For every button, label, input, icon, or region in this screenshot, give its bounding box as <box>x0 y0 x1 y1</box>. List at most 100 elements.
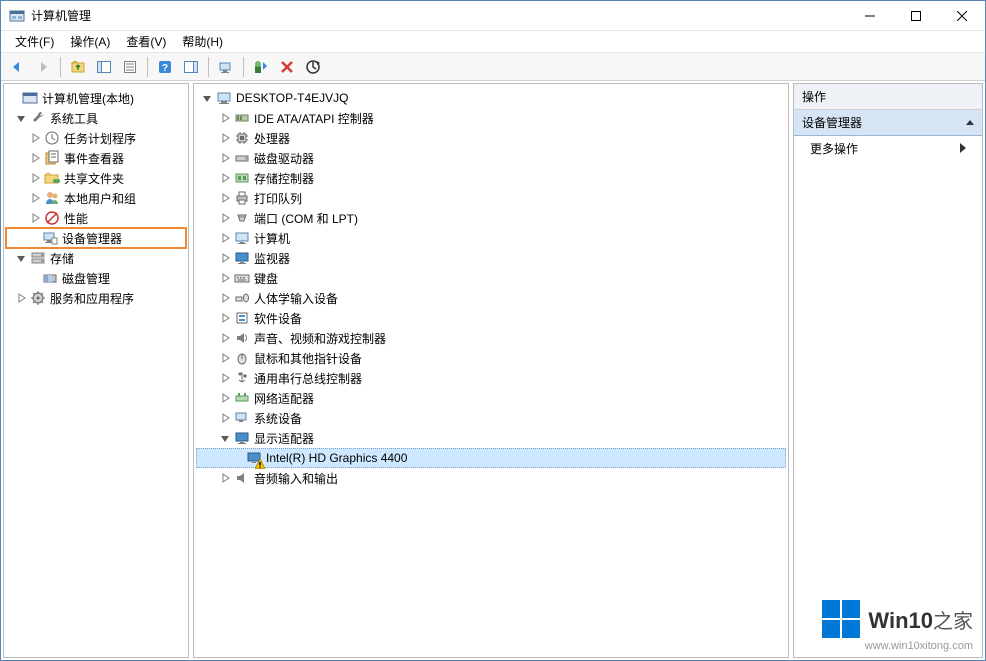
separator-icon <box>60 57 61 77</box>
actions-more[interactable]: 更多操作 <box>794 136 982 161</box>
expand-icon[interactable] <box>14 291 28 305</box>
expand-icon[interactable] <box>218 131 232 145</box>
minimize-button[interactable] <box>847 1 893 31</box>
expand-icon[interactable] <box>28 171 42 185</box>
collapse-triangle-icon <box>966 116 974 130</box>
expand-icon[interactable] <box>218 251 232 265</box>
device-category-keyboards[interactable]: 键盘 <box>196 268 786 288</box>
actions-section-label: 设备管理器 <box>802 114 862 131</box>
collapse-icon[interactable] <box>14 251 28 265</box>
device-category-hid[interactable]: 人体学输入设备 <box>196 288 786 308</box>
device-category-ports[interactable]: 端口 (COM 和 LPT) <box>196 208 786 228</box>
separator-icon <box>147 57 148 77</box>
device-tree[interactable]: DESKTOP-T4EJVJQ IDE ATA/ATAPI 控制器 处理器 磁盘… <box>194 84 788 492</box>
device-category-network[interactable]: 网络适配器 <box>196 388 786 408</box>
app-icon <box>9 8 25 24</box>
help-button[interactable]: ? <box>153 55 177 79</box>
device-label: 音频输入和输出 <box>254 470 338 487</box>
users-icon <box>44 190 60 206</box>
menu-action[interactable]: 操作(A) <box>62 31 118 52</box>
collapse-icon[interactable] <box>200 91 214 105</box>
device-category-computer[interactable]: 计算机 <box>196 228 786 248</box>
menu-file[interactable]: 文件(F) <box>7 31 62 52</box>
device-category-display[interactable]: 显示适配器 <box>196 428 786 448</box>
expand-icon[interactable] <box>218 331 232 345</box>
expand-icon[interactable] <box>218 111 232 125</box>
tree-label: 本地用户和组 <box>64 190 136 207</box>
expand-icon[interactable] <box>28 131 42 145</box>
expand-icon[interactable] <box>218 271 232 285</box>
shared-folder-icon <box>44 170 60 186</box>
window-title: 计算机管理 <box>31 7 91 24</box>
expand-icon[interactable] <box>218 231 232 245</box>
update-driver-button[interactable] <box>301 55 325 79</box>
tree-system-tools[interactable]: 系统工具 <box>6 108 186 128</box>
toolbar: ? <box>1 53 985 81</box>
uninstall-device-button[interactable] <box>275 55 299 79</box>
collapse-icon[interactable] <box>14 111 28 125</box>
expand-icon[interactable] <box>218 151 232 165</box>
device-category-system[interactable]: 系统设备 <box>196 408 786 428</box>
device-category-monitors[interactable]: 监视器 <box>196 248 786 268</box>
device-category-usb[interactable]: 通用串行总线控制器 <box>196 368 786 388</box>
tree-device-manager[interactable]: 设备管理器 <box>6 228 186 248</box>
expand-icon[interactable] <box>218 211 232 225</box>
expand-icon[interactable] <box>218 171 232 185</box>
collapse-icon[interactable] <box>218 431 232 445</box>
printer-icon <box>234 190 250 206</box>
device-category-print-queues[interactable]: 打印队列 <box>196 188 786 208</box>
tree-disk-management[interactable]: 磁盘管理 <box>6 268 186 288</box>
expand-icon[interactable] <box>218 471 232 485</box>
tree-label: 磁盘管理 <box>62 270 110 287</box>
device-label: 鼠标和其他指针设备 <box>254 350 362 367</box>
scan-hardware-button[interactable] <box>214 55 238 79</box>
device-intel-gpu[interactable]: Intel(R) HD Graphics 4400 <box>196 448 786 468</box>
action-pane-button[interactable] <box>179 55 203 79</box>
expand-icon[interactable] <box>28 191 42 205</box>
audio-io-icon <box>234 470 250 486</box>
expand-icon[interactable] <box>218 351 232 365</box>
menu-help[interactable]: 帮助(H) <box>174 31 231 52</box>
close-button[interactable] <box>939 1 985 31</box>
up-button[interactable] <box>66 55 90 79</box>
device-category-sound[interactable]: 声音、视频和游戏控制器 <box>196 328 786 348</box>
tree-services-apps[interactable]: 服务和应用程序 <box>6 288 186 308</box>
menu-view[interactable]: 查看(V) <box>118 31 174 52</box>
expand-icon[interactable] <box>28 211 42 225</box>
expand-icon[interactable] <box>218 291 232 305</box>
tree-storage[interactable]: 存储 <box>6 248 186 268</box>
tree-root-computer-mgmt[interactable]: 计算机管理(本地) <box>6 88 186 108</box>
enable-device-button[interactable] <box>249 55 273 79</box>
device-category-mice[interactable]: 鼠标和其他指针设备 <box>196 348 786 368</box>
clock-icon <box>44 130 60 146</box>
tree-event-viewer[interactable]: 事件查看器 <box>6 148 186 168</box>
actions-section[interactable]: 设备管理器 <box>794 110 982 136</box>
show-hide-tree-button[interactable] <box>92 55 116 79</box>
tree-local-users[interactable]: 本地用户和组 <box>6 188 186 208</box>
device-category-software[interactable]: 软件设备 <box>196 308 786 328</box>
watermark-url: www.win10xitong.com <box>822 640 973 652</box>
tree-label: 性能 <box>64 210 88 227</box>
expand-icon[interactable] <box>218 391 232 405</box>
expand-icon[interactable] <box>218 311 232 325</box>
device-category-processors[interactable]: 处理器 <box>196 128 786 148</box>
console-tree[interactable]: 计算机管理(本地) 系统工具 任务计划程序 <box>4 84 188 312</box>
expand-icon[interactable] <box>218 191 232 205</box>
tree-performance[interactable]: 性能 <box>6 208 186 228</box>
expand-icon[interactable] <box>218 411 232 425</box>
device-category-disk-drives[interactable]: 磁盘驱动器 <box>196 148 786 168</box>
device-category-ide[interactable]: IDE ATA/ATAPI 控制器 <box>196 108 786 128</box>
device-category-storage-ctrl[interactable]: 存储控制器 <box>196 168 786 188</box>
device-root[interactable]: DESKTOP-T4EJVJQ <box>196 88 786 108</box>
tree-shared-folders[interactable]: 共享文件夹 <box>6 168 186 188</box>
expand-icon[interactable] <box>218 371 232 385</box>
maximize-button[interactable] <box>893 1 939 31</box>
back-button[interactable] <box>5 55 29 79</box>
forward-button[interactable] <box>31 55 55 79</box>
properties-button[interactable] <box>118 55 142 79</box>
expand-icon[interactable] <box>28 151 42 165</box>
device-category-audio-io[interactable]: 音频输入和输出 <box>196 468 786 488</box>
performance-icon <box>44 210 60 226</box>
tree-task-scheduler[interactable]: 任务计划程序 <box>6 128 186 148</box>
actions-pane: 操作 设备管理器 更多操作 <box>793 83 983 658</box>
